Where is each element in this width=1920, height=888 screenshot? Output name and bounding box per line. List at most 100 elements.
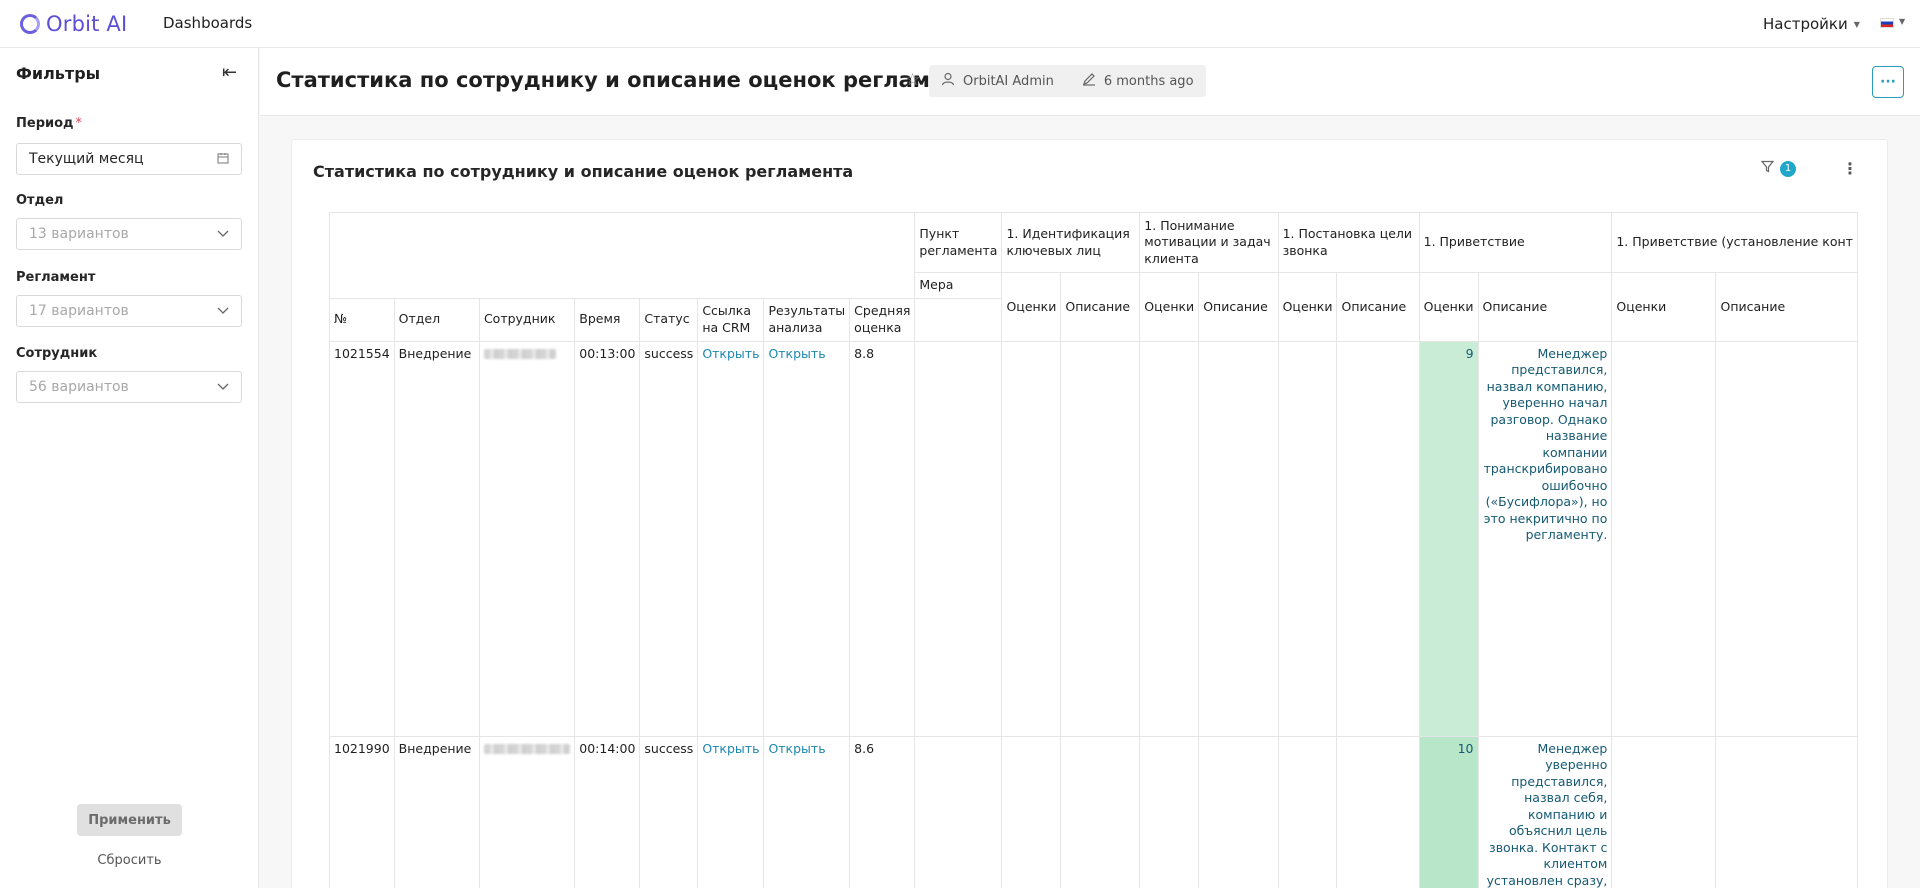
modified-time: 6 months ago [1103, 73, 1194, 89]
scores-subheader[interactable]: Оценки [1139, 272, 1200, 342]
period-value: Текущий месяц [29, 151, 144, 167]
filter-count-badge: 1 [1780, 160, 1796, 177]
reglament-placeholder: 17 вариантов [29, 303, 129, 319]
analysis-link[interactable]: Открыть [768, 741, 825, 756]
pivot-table: Пункт регламента 1. Идентификация ключев… [329, 212, 1858, 888]
owner-name[interactable]: OrbitAI Admin [963, 74, 1054, 89]
cell-dept: Внедрение [393, 340, 480, 737]
favorite-star-icon[interactable]: ☆ [905, 70, 920, 90]
chevron-down-icon [217, 227, 229, 241]
cell-employee [478, 735, 576, 888]
top-nav: Orbit AI Dashboards Настройки ▼ ▼ [0, 0, 1920, 48]
cell-crm: Открыть [697, 735, 765, 888]
analysis-link[interactable]: Открыть [768, 346, 825, 361]
pivot-table-container[interactable]: Пункт регламента 1. Идентификация ключев… [329, 212, 1858, 888]
reglament-label: Регламент [16, 270, 96, 285]
cell-status: success [639, 340, 699, 737]
calendar-icon [217, 152, 229, 167]
col-header-crm[interactable]: Ссылка на CRM [697, 297, 765, 342]
collapse-sidebar-icon[interactable]: ⇤ [222, 62, 237, 83]
col-header-time[interactable]: Время [574, 297, 641, 342]
desc-subheader[interactable]: Описание [1336, 272, 1420, 342]
cell-id: 1021554 [329, 340, 395, 737]
chevron-down-icon [217, 380, 229, 394]
nav-dashboards-link[interactable]: Dashboards [163, 14, 252, 32]
chevron-down-icon[interactable]: ▼ [1899, 17, 1905, 26]
filter-icon [1760, 160, 1775, 177]
desc-subheader[interactable]: Описание [1198, 272, 1279, 342]
cell-greeting-score: 10 [1418, 735, 1479, 888]
pivot-corner [329, 212, 916, 299]
desc-subheader[interactable]: Описание [1477, 272, 1613, 342]
dashboard-header: Статистика по сотруднику и описание оцен… [260, 48, 1920, 116]
scores-subheader[interactable]: Оценки [1277, 272, 1338, 342]
dept-label: Отдел [16, 193, 64, 208]
period-input[interactable]: Текущий месяц [16, 143, 242, 175]
chevron-down-icon: ▼ [1853, 19, 1860, 29]
cell-dept: Внедрение [393, 735, 480, 888]
edit-pencil-icon [1082, 72, 1096, 90]
brand-name: Orbit AI [46, 12, 128, 36]
group-header: 1. Понимание мотивации и задач клиента [1139, 212, 1279, 273]
cell-greeting-score: 9 [1418, 340, 1479, 737]
desc-subheader[interactable]: Описание [1715, 272, 1858, 342]
cell-analysis: Открыть [763, 735, 851, 888]
filters-sidebar: Фильтры ⇤ Период * Текущий месяц Отдел 13… [0, 48, 259, 888]
col-header-dept[interactable]: Отдел [393, 297, 480, 342]
pivot-row-label: Пункт регламента [914, 212, 1003, 273]
col-header-status[interactable]: Статус [639, 297, 699, 342]
apply-button[interactable]: Применить [77, 804, 182, 836]
group-header: 1. Приветствие (установление конт [1611, 212, 1858, 273]
crm-link[interactable]: Открыть [702, 741, 759, 756]
col-header-avg[interactable]: Средняя оценка [849, 297, 916, 342]
required-mark: * [75, 116, 83, 131]
dept-select[interactable]: 13 вариантов [16, 218, 242, 250]
reset-button[interactable]: Сбросить [77, 848, 182, 872]
group-header: 1. Постановка цели звонка [1277, 212, 1420, 273]
reglament-select[interactable]: 17 вариантов [16, 295, 242, 327]
table-row: 1021554 Внедрение 00:13:00 success Откры… [329, 340, 1858, 737]
measure-label: Мера [914, 272, 1003, 299]
period-label: Период * [16, 116, 83, 131]
cell-status: success [639, 735, 699, 888]
chart-title: Статистика по сотруднику и описание оцен… [313, 162, 854, 181]
cell-avg: 8.8 [849, 340, 916, 737]
scores-subheader[interactable]: Оценки [1611, 272, 1717, 342]
cell-greeting-desc: Менеджер представился, назвал компанию, … [1477, 340, 1613, 737]
col-header-number[interactable]: № [329, 297, 395, 342]
chevron-down-icon [217, 304, 229, 318]
employee-label: Сотрудник [16, 346, 98, 361]
page-title: Статистика по сотруднику и описание оцен… [276, 68, 986, 92]
user-icon [941, 72, 955, 90]
language-flag-icon[interactable] [1880, 18, 1894, 28]
col-header-employee[interactable]: Сотрудник [478, 297, 576, 342]
cell-time: 00:13:00 [574, 340, 641, 737]
crm-link[interactable]: Открыть [702, 346, 759, 361]
cell-employee [478, 340, 576, 737]
scores-subheader[interactable]: Оценки [1001, 272, 1062, 342]
brand-logo[interactable]: Orbit AI [20, 10, 127, 38]
table-row: 1021990 Внедрение 00:14:00 success Откры… [329, 735, 1858, 888]
cell-avg: 8.6 [849, 735, 916, 888]
dept-placeholder: 13 вариантов [29, 226, 129, 242]
desc-subheader[interactable]: Описание [1060, 272, 1141, 342]
orbit-logo-icon [20, 14, 40, 34]
settings-label: Настройки [1763, 15, 1848, 33]
group-header: 1. Идентификация ключевых лиц [1001, 212, 1141, 273]
redacted-employee-name [483, 348, 556, 359]
settings-menu[interactable]: Настройки ▼ [1763, 15, 1860, 33]
col-header-analysis[interactable]: Результаты анализа [763, 297, 851, 342]
more-options-button[interactable]: ··· [1872, 66, 1904, 98]
chart-card: Статистика по сотруднику и описание оцен… [291, 139, 1888, 888]
employee-select[interactable]: 56 вариантов [16, 371, 242, 403]
cell-crm: Открыть [697, 340, 765, 737]
filters-title: Фильтры [16, 64, 101, 83]
cell-greeting-desc: Менеджер уверенно представился, назвал с… [1477, 735, 1613, 888]
redacted-employee-name [483, 743, 570, 754]
col-header-spacer [914, 297, 1003, 342]
applied-filters-indicator[interactable]: 1 [1760, 160, 1796, 177]
dashboard-meta: OrbitAI Admin 6 months ago [929, 65, 1206, 97]
scores-subheader[interactable]: Оценки [1418, 272, 1479, 342]
chart-menu-icon[interactable]: ⋮ [1842, 159, 1858, 178]
cell-time: 00:14:00 [574, 735, 641, 888]
